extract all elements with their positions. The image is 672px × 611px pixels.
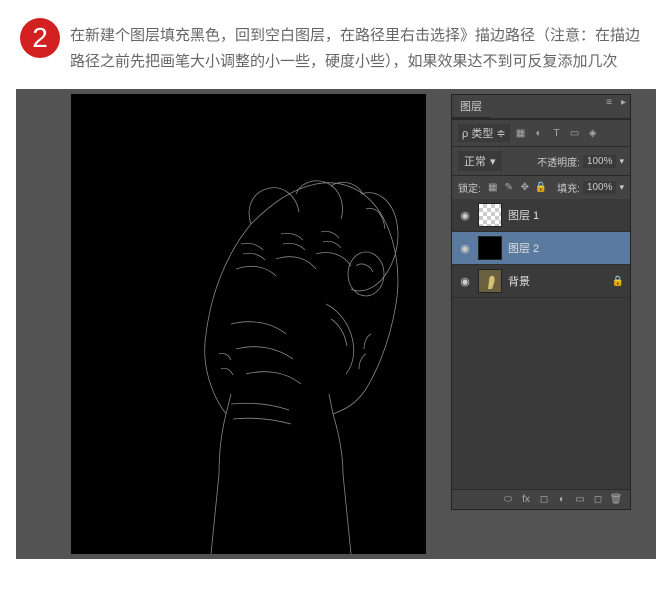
fill-label: 填充: [557,180,580,195]
layer-thumbnail[interactable] [478,269,502,293]
visibility-toggle-icon[interactable]: ◉ [458,209,472,222]
lock-position-icon[interactable]: ✥ [518,181,532,195]
filter-pixel-icon[interactable]: ▦ [514,126,528,140]
layer-name-label[interactable]: 图层 2 [508,240,624,256]
layers-panel: 图层 ≡ ▸ ρ 类型 ≑ ▦ ◐ T ▭ ◈ 正常▾ 不透明度: 100% ▾ [451,94,631,510]
layer-item[interactable]: ◉ 背景 🔒 [452,265,630,298]
photoshop-workspace: 图层 ≡ ▸ ρ 类型 ≑ ▦ ◐ T ▭ ◈ 正常▾ 不透明度: 100% ▾ [16,89,656,559]
opacity-label: 不透明度: [537,154,580,169]
panel-menu-icon[interactable]: ≡ [606,97,612,108]
filter-smart-icon[interactable]: ◈ [586,126,600,140]
fill-dropdown-icon[interactable]: ▾ [619,182,624,193]
opacity-value[interactable]: 100% [583,155,617,168]
layer-filter-row: ρ 类型 ≑ ▦ ◐ T ▭ ◈ [452,119,630,146]
layer-group-icon[interactable]: ▭ [572,494,588,505]
adjustment-layer-icon[interactable]: ◐ [554,494,570,505]
fill-value[interactable]: 100% [583,181,617,194]
link-layers-icon[interactable]: ⬭ [500,494,516,505]
lock-label: 锁定: [458,180,481,195]
lock-all-icon[interactable]: 🔒 [534,181,548,195]
layers-panel-tab[interactable]: 图层 [452,95,490,118]
filter-text-icon[interactable]: T [550,126,564,140]
new-layer-icon[interactable]: ◻ [590,494,606,505]
layer-name-label[interactable]: 背景 [508,273,606,289]
layer-thumbnail[interactable] [478,236,502,260]
fist-line-art [71,94,426,554]
layer-name-label[interactable]: 图层 1 [508,207,624,223]
visibility-toggle-icon[interactable]: ◉ [458,275,472,288]
filter-adjust-icon[interactable]: ◐ [532,126,546,140]
layer-list: ◉ 图层 1 ◉ 图层 2 ◉ 背景 🔒 [452,199,630,489]
layers-panel-footer: ⬭ fx ◻ ◐ ▭ ◻ 🗑 [452,489,630,509]
step-instruction-text: 在新建个图层填充黑色，回到空白图层，在路径里右击选择》描边路径（注意：在描边路径… [70,18,652,74]
layer-item[interactable]: ◉ 图层 1 [452,199,630,232]
filter-type-dropdown[interactable]: ρ 类型 ≑ [458,124,510,142]
visibility-toggle-icon[interactable]: ◉ [458,242,472,255]
panel-collapse-icon[interactable]: ▸ [621,97,626,108]
document-canvas[interactable] [71,94,426,554]
layer-thumbnail[interactable] [478,203,502,227]
blend-mode-dropdown[interactable]: 正常▾ [458,151,502,171]
layer-mask-icon[interactable]: ◻ [536,494,552,505]
layer-locked-icon: 🔒 [612,276,624,287]
delete-layer-icon[interactable]: 🗑 [608,494,624,505]
layer-fx-icon[interactable]: fx [518,494,534,505]
filter-shape-icon[interactable]: ▭ [568,126,582,140]
lock-transparent-icon[interactable]: ▦ [486,181,500,195]
lock-pixels-icon[interactable]: ✎ [502,181,516,195]
step-number-badge: 2 [20,18,60,58]
opacity-dropdown-icon[interactable]: ▾ [619,156,624,167]
layer-item[interactable]: ◉ 图层 2 [452,232,630,265]
